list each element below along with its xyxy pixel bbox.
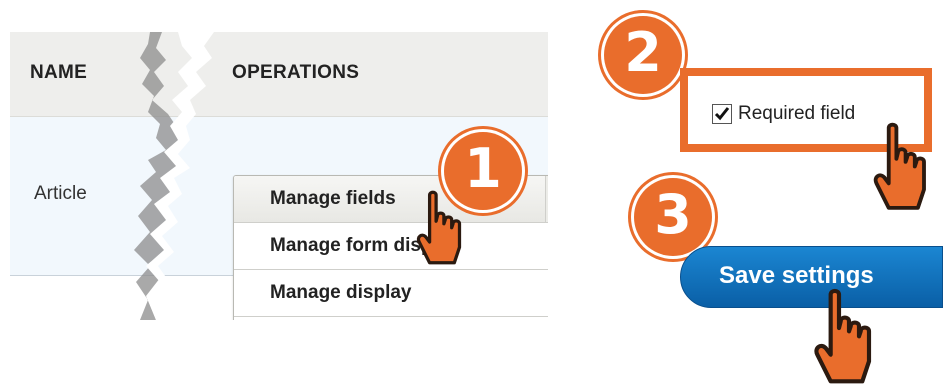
step-badge-1: 1 — [444, 132, 522, 210]
hand-pointer-icon — [814, 288, 872, 384]
step-badge-2: 2 — [604, 16, 682, 94]
step-badge-3: 3 — [634, 178, 712, 256]
step-number: 1 — [464, 137, 502, 200]
hand-pointer-icon — [873, 122, 926, 210]
menu-item-manage-display[interactable]: Manage display — [234, 270, 548, 317]
menu-item-label: Manage fields — [270, 188, 396, 209]
step-number: 2 — [624, 21, 662, 84]
step-number: 3 — [654, 183, 692, 246]
dropdown-toggle[interactable] — [545, 176, 548, 223]
required-field-label: Required field — [738, 103, 856, 124]
menu-item-label: Manage display — [270, 282, 412, 303]
menu-item-manage-form-display[interactable]: Manage form display — [234, 223, 548, 270]
save-settings-label: Save settings — [719, 262, 874, 289]
required-field-checkbox[interactable] — [712, 104, 732, 124]
checkbox-checked-icon — [714, 107, 730, 121]
